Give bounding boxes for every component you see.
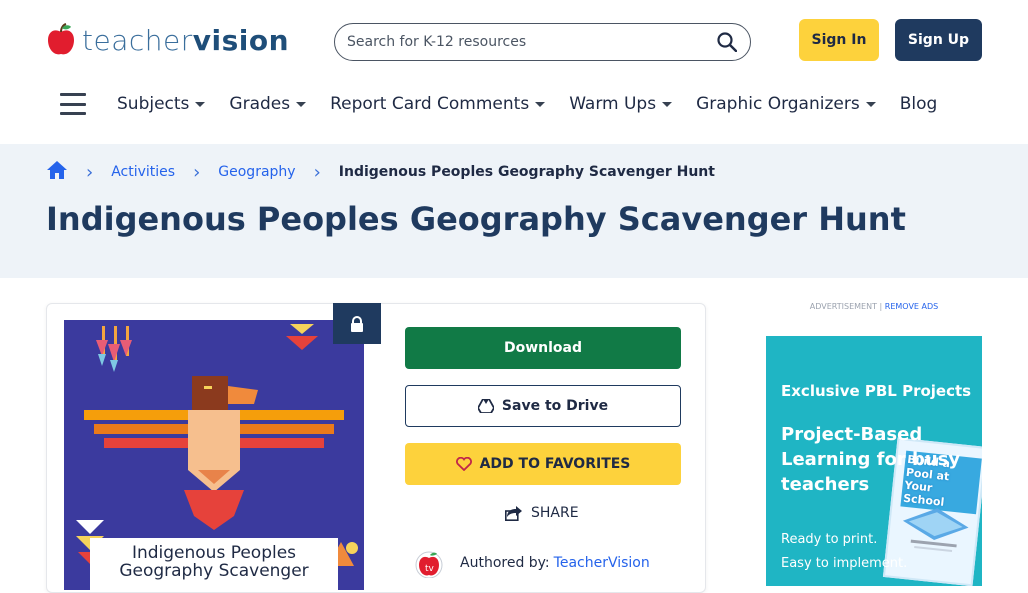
remove-ads-link[interactable]: REMOVE ADS — [885, 302, 938, 311]
author-prefix: Authored by: — [460, 555, 550, 571]
google-drive-icon — [477, 399, 494, 413]
nav-item-graphic-organizers[interactable]: Graphic Organizers — [696, 94, 876, 114]
save-to-drive-button[interactable]: Save to Drive — [405, 385, 681, 427]
ad-headline: Exclusive PBL Projects — [781, 382, 972, 400]
caret-down-icon — [662, 101, 673, 107]
nav-item-label: Subjects — [117, 94, 190, 114]
caret-down-icon — [296, 101, 307, 107]
sign-in-button[interactable]: Sign In — [799, 19, 879, 61]
breadcrumb-activities[interactable]: Activities — [111, 164, 175, 180]
search-box — [334, 23, 751, 61]
caret-down-icon — [865, 101, 876, 107]
download-button[interactable]: Download — [405, 327, 681, 369]
ad-label: ADVERTISEMENT | REMOVE ADS — [766, 302, 982, 311]
page-title: Indigenous Peoples Geography Scavenger H… — [46, 200, 906, 238]
logo-wordmark: teachervision — [82, 24, 289, 57]
hamburger-menu-icon[interactable] — [60, 93, 86, 115]
nav-item-label: Graphic Organizers — [696, 94, 860, 114]
breadcrumb-geography[interactable]: Geography — [218, 164, 295, 180]
search-icon[interactable] — [716, 31, 738, 53]
thumbnail-caption: Indigenous Peoples Geography Scavenger — [90, 538, 338, 590]
add-to-favorites-label: ADD TO FAVORITES — [479, 456, 631, 472]
ad-body-line-2: Easy to implement. — [781, 556, 908, 571]
caret-down-icon — [195, 101, 206, 107]
main-nav: Subjects Grades Report Card Comments War… — [60, 84, 961, 124]
nav-item-grades[interactable]: Grades — [229, 94, 307, 114]
nav-item-label: Blog — [899, 94, 938, 114]
share-button[interactable]: SHARE — [505, 501, 579, 525]
site-logo[interactable]: teachervision — [46, 20, 289, 60]
nav-item-blog[interactable]: Blog — [900, 94, 938, 114]
site-header: teachervision Sign In Sign Up Subjects G… — [0, 0, 1028, 144]
nav-item-subjects[interactable]: Subjects — [117, 94, 206, 114]
ad-body: Ready to print. Easy to implement. — [781, 528, 907, 576]
logo-text-bold: vision — [192, 23, 290, 57]
share-label: SHARE — [531, 505, 579, 521]
chevron-right-icon: › — [193, 161, 201, 183]
breadcrumb-current: Indigenous Peoples Geography Scavenger H… — [338, 164, 715, 180]
ad-subhead: Project-Based Learning for busy teachers — [781, 424, 961, 495]
nav-item-report-card-comments[interactable]: Report Card Comments — [330, 94, 546, 114]
author-avatar-apple-icon: tv — [415, 551, 443, 578]
nav-item-label: Report Card Comments — [330, 94, 530, 114]
ad-body-line-1: Ready to print. — [781, 532, 878, 547]
author-link[interactable]: TeacherVision — [554, 555, 650, 571]
add-to-favorites-button[interactable]: ADD TO FAVORITES — [405, 443, 681, 485]
apple-icon — [48, 23, 74, 55]
nav-item-label: Grades — [229, 94, 291, 114]
chevron-right-icon: › — [313, 161, 321, 183]
svg-text:tv: tv — [425, 564, 435, 574]
nav-item-label: Warm Ups — [569, 94, 657, 114]
share-icon — [505, 506, 522, 521]
logo-text-light: teacher — [82, 23, 193, 57]
search-input[interactable] — [347, 34, 716, 50]
home-icon[interactable] — [46, 160, 68, 184]
resource-thumbnail[interactable]: Indigenous Peoples Geography Scavenger — [64, 320, 364, 590]
breadcrumb: › Activities › Geography › Indigenous Pe… — [46, 158, 715, 186]
nav-item-warm-ups[interactable]: Warm Ups — [569, 94, 673, 114]
heart-icon — [455, 457, 472, 471]
advertisement-text: ADVERTISEMENT | — [809, 302, 883, 311]
sign-up-button[interactable]: Sign Up — [895, 19, 982, 61]
author-line: tv Authored by: TeacherVision — [410, 550, 650, 578]
advertisement-banner[interactable]: Exclusive PBL Projects Build a Pool at Y… — [766, 336, 982, 586]
caret-down-icon — [535, 101, 546, 107]
chevron-right-icon: › — [86, 161, 94, 183]
lock-icon — [333, 303, 381, 344]
save-to-drive-label: Save to Drive — [501, 398, 609, 414]
